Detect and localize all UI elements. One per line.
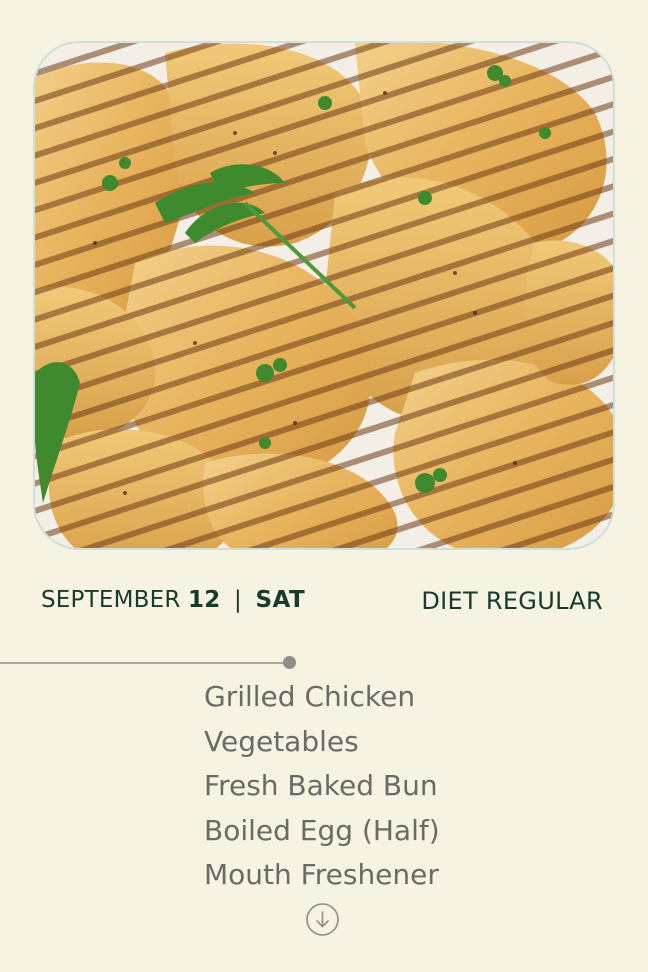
arrow-down-circle-icon (306, 903, 339, 936)
hero-image (35, 43, 613, 548)
timeline-line (0, 662, 290, 664)
menu-item: Mouth Freshener (204, 858, 439, 891)
timeline-dot (283, 656, 296, 669)
date-separator: | (233, 587, 242, 613)
menu-date: SEPTEMBER 12 | SAT (41, 587, 305, 613)
diet-label: DIET REGULAR (421, 587, 603, 615)
date-diet-row: SEPTEMBER 12 | SAT DIET REGULAR (41, 587, 603, 619)
menu-item: Boiled Egg (Half) (204, 813, 440, 847)
menu-item: Grilled Chicken (204, 680, 416, 713)
scroll-down-button[interactable] (306, 903, 339, 936)
menu-item: Vegetables (204, 724, 359, 758)
menu-item: Fresh Baked Bun (204, 769, 438, 802)
month-label: SEPTEMBER (41, 587, 181, 613)
weekday-label: SAT (255, 587, 306, 613)
grilled-chicken-photo (35, 43, 613, 548)
menu-list: Grilled Chicken Vegetables Fresh Baked B… (204, 675, 440, 898)
day-label: 12 (188, 587, 221, 613)
